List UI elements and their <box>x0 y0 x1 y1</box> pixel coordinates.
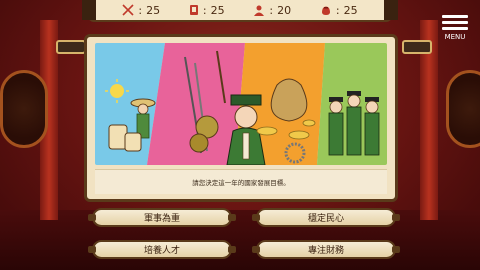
coin-pouch-icon <box>321 6 330 15</box>
hamburger-icon <box>442 15 468 30</box>
people-value: 20 <box>277 3 292 17</box>
military-stat: : 25 <box>122 4 160 17</box>
window-right <box>446 70 480 148</box>
lantern-left <box>56 40 86 54</box>
option-military-button[interactable]: 軍事為重 <box>88 208 236 227</box>
people-stat: : 20 <box>253 4 291 17</box>
finance-stat: : 25 <box>320 4 358 17</box>
event-illustration <box>95 43 387 165</box>
window-left <box>0 70 48 148</box>
option-cultivate-talent-button[interactable]: 培養人才 <box>88 240 236 259</box>
finance-value: 25 <box>343 3 358 17</box>
option-focus-finance-button[interactable]: 專注財務 <box>252 240 400 259</box>
option-stabilize-people-button[interactable]: 穩定民心 <box>252 208 400 227</box>
person-icon <box>254 5 265 16</box>
menu-label: MENU <box>444 33 466 41</box>
crossed-swords-icon <box>122 4 134 16</box>
palace-floor <box>0 210 480 270</box>
lantern-right <box>402 40 432 54</box>
scroll-icon <box>189 5 198 15</box>
status-bar: : 25 : 25 : 20 : 25 <box>82 0 398 22</box>
scholars-icon <box>328 91 380 156</box>
event-panel: 請您決定這一年的國家發展目標。 <box>84 34 398 202</box>
event-prompt: 請您決定這一年的國家發展目標。 <box>95 169 387 194</box>
culture-value: 25 <box>210 3 225 17</box>
culture-stat: : 25 <box>189 4 225 17</box>
menu-button[interactable]: MENU <box>442 12 468 41</box>
military-value: 25 <box>146 3 161 17</box>
